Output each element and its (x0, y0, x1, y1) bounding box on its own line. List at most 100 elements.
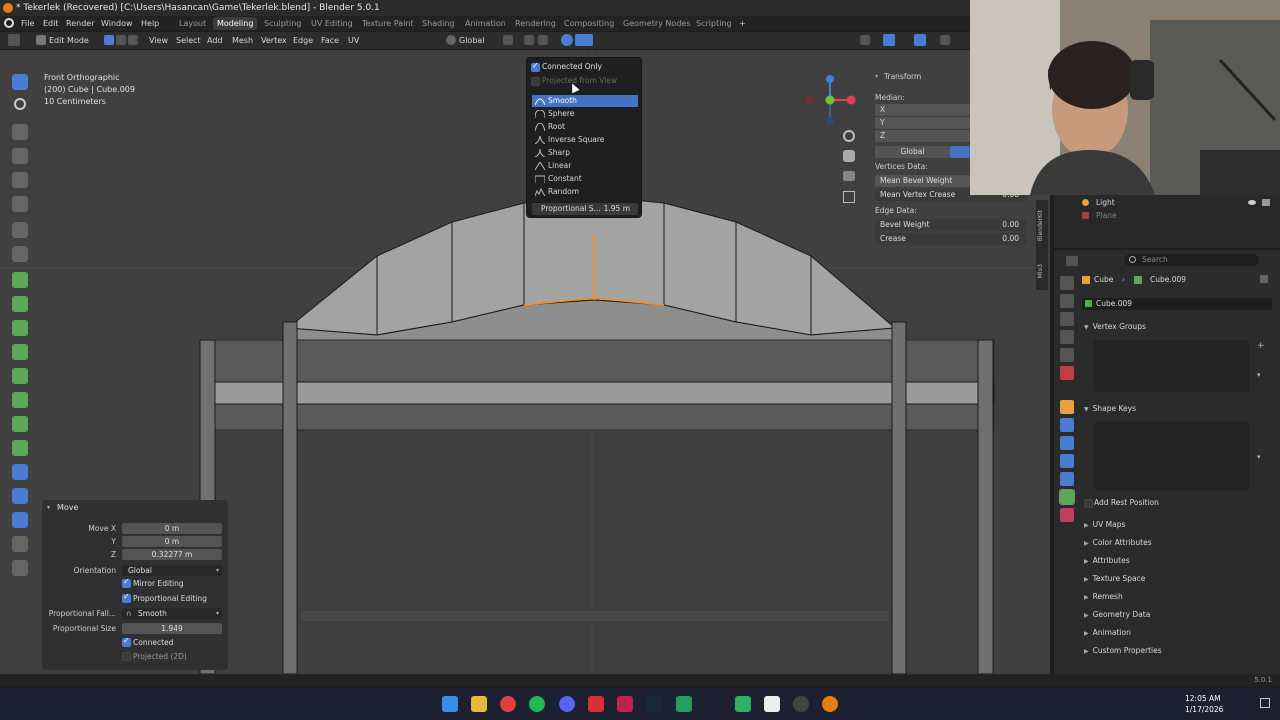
bevel-weight-field[interactable]: Bevel Weight 0.00 (875, 219, 1027, 231)
output-tab-icon[interactable] (1060, 312, 1074, 326)
menu-vertex[interactable]: Vertex (258, 34, 290, 47)
blender-menu-icon[interactable] (4, 18, 14, 28)
space-global-toggle[interactable]: Global (875, 146, 950, 158)
crease-field[interactable]: Crease 0.00 (875, 233, 1027, 245)
tab-uv-editing[interactable]: UV Editing (307, 17, 357, 30)
projected-from-view-checkbox[interactable] (531, 77, 540, 86)
breadcrumb-mesh[interactable]: Cube.009 (1150, 275, 1186, 284)
scale-tool-icon[interactable] (12, 172, 28, 188)
chevron-down-icon[interactable]: ▾ (1257, 371, 1261, 379)
rip-tool-icon[interactable] (12, 560, 28, 576)
navigation-gizmo[interactable] (805, 75, 857, 125)
knife-tool-icon[interactable] (12, 392, 28, 408)
app-icon-circle[interactable] (793, 696, 809, 712)
overlay-icon[interactable] (914, 34, 926, 46)
tab-geometry-nodes[interactable]: Geometry Nodes (619, 17, 694, 30)
object-tab-icon[interactable] (1060, 400, 1074, 414)
add-rest-position-checkbox[interactable] (1084, 499, 1093, 508)
attributes-header[interactable]: ▶ Attributes (1084, 554, 1130, 567)
clock-time[interactable]: 12:05 AM (1185, 694, 1221, 703)
vertex-select-icon[interactable] (104, 35, 114, 45)
menu-help[interactable]: Help (138, 17, 162, 30)
shear-tool-icon[interactable] (12, 536, 28, 552)
app-icon-teal[interactable] (735, 696, 751, 712)
editor-type-icon[interactable] (1066, 256, 1078, 266)
chevron-down-icon[interactable]: ▾ (1257, 453, 1261, 461)
move-tool-icon[interactable] (12, 124, 28, 140)
move-z-field[interactable]: 0.32277 m (122, 549, 222, 560)
bevel-tool-icon[interactable] (12, 344, 28, 360)
menu-edit[interactable]: Edit (40, 17, 62, 30)
mesh-name-field[interactable]: Cube.009 (1082, 298, 1272, 310)
uv-maps-header[interactable]: ▶ UV Maps (1084, 518, 1125, 531)
falloff-dropdown[interactable]: ∩ Smooth ▾ (122, 608, 222, 619)
notification-icon[interactable] (1260, 698, 1270, 708)
menu-uv[interactable]: UV (345, 34, 362, 47)
spin-tool-icon[interactable] (12, 440, 28, 456)
median-y-field[interactable]: Y (875, 117, 970, 129)
proportional-editing-checkbox[interactable] (122, 592, 131, 603)
outliner-item-plane[interactable]: Plane (1096, 211, 1117, 220)
particles-tab-icon[interactable] (1060, 436, 1074, 450)
tab-layout[interactable]: Layout (175, 17, 210, 30)
visibility-icon[interactable] (860, 35, 870, 45)
grid-view-icon[interactable] (843, 191, 855, 203)
editor-type-icon[interactable] (8, 34, 20, 46)
space-local-toggle[interactable] (950, 146, 970, 158)
blender-taskbar-icon[interactable] (822, 696, 838, 712)
falloff-option-linear[interactable]: Linear (532, 160, 638, 172)
smooth-tool-icon[interactable] (12, 464, 28, 480)
shape-keys-header[interactable]: ▼ Shape Keys (1084, 402, 1136, 415)
zoom-icon[interactable] (843, 130, 855, 142)
xray-icon[interactable] (940, 35, 950, 45)
mode-selector[interactable]: Edit Mode (46, 34, 92, 47)
discord-icon[interactable] (559, 696, 575, 712)
app-icon-red[interactable] (588, 696, 604, 712)
add-workspace-button[interactable]: + (735, 17, 750, 30)
rotate-tool-icon[interactable] (12, 148, 28, 164)
pin-icon[interactable] (1260, 275, 1268, 283)
camera-render-icon[interactable] (1262, 199, 1270, 206)
tab-compositing[interactable]: Compositing (560, 17, 618, 30)
poly-build-tool-icon[interactable] (12, 416, 28, 432)
median-x-field[interactable]: X (875, 104, 970, 116)
menu-edge[interactable]: Edge (290, 34, 316, 47)
menu-mesh[interactable]: Mesh (229, 34, 256, 47)
move-x-field[interactable]: 0 m (122, 523, 222, 534)
tab-animation[interactable]: Animation (461, 17, 510, 30)
material-tab-icon[interactable] (1060, 508, 1074, 522)
shrink-fatten-tool-icon[interactable] (12, 512, 28, 528)
connected-checkbox[interactable] (122, 636, 131, 647)
edge-slide-tool-icon[interactable] (12, 488, 28, 504)
menu-render[interactable]: Render (63, 17, 97, 30)
view-layer-tab-icon[interactable] (1060, 330, 1074, 344)
breadcrumb-object[interactable]: Cube (1094, 275, 1113, 284)
projected-2d-checkbox[interactable] (122, 652, 131, 661)
edge-select-icon[interactable] (116, 35, 126, 45)
menu-window[interactable]: Window (98, 17, 136, 30)
animation-header[interactable]: ▶ Animation (1084, 626, 1131, 639)
shape-keys-list[interactable] (1094, 422, 1249, 490)
falloff-option-sphere[interactable]: Sphere (532, 108, 638, 120)
falloff-option-constant[interactable]: Constant (532, 173, 638, 185)
snap-icon[interactable] (524, 35, 534, 45)
falloff-option-smooth[interactable]: Smooth (532, 95, 638, 107)
geometry-data-header[interactable]: ▶ Geometry Data (1084, 608, 1150, 621)
vertex-groups-list[interactable] (1094, 340, 1249, 392)
vertex-groups-header[interactable]: ▼ Vertex Groups (1084, 320, 1146, 333)
eye-icon[interactable] (1248, 200, 1256, 205)
annotate-tool-icon[interactable] (12, 222, 28, 238)
gizmo-icon[interactable] (883, 34, 895, 46)
physics-tab-icon[interactable] (1060, 454, 1074, 468)
tab-texture-paint[interactable]: Texture Paint (358, 17, 418, 30)
proportional-size-field[interactable]: 1.949 (122, 623, 222, 634)
file-explorer-icon[interactable] (471, 696, 487, 712)
menu-select[interactable]: Select (173, 34, 204, 47)
orientation-dropdown[interactable]: Global ▾ (122, 565, 222, 576)
median-z-field[interactable]: Z (875, 130, 970, 142)
pan-hand-icon[interactable] (843, 150, 855, 162)
app-icon-pink[interactable] (617, 696, 633, 712)
world-tab-icon[interactable] (1060, 366, 1074, 380)
custom-properties-header[interactable]: ▶ Custom Properties (1084, 644, 1162, 657)
transform-orientation-dropdown[interactable]: Global (456, 34, 488, 47)
